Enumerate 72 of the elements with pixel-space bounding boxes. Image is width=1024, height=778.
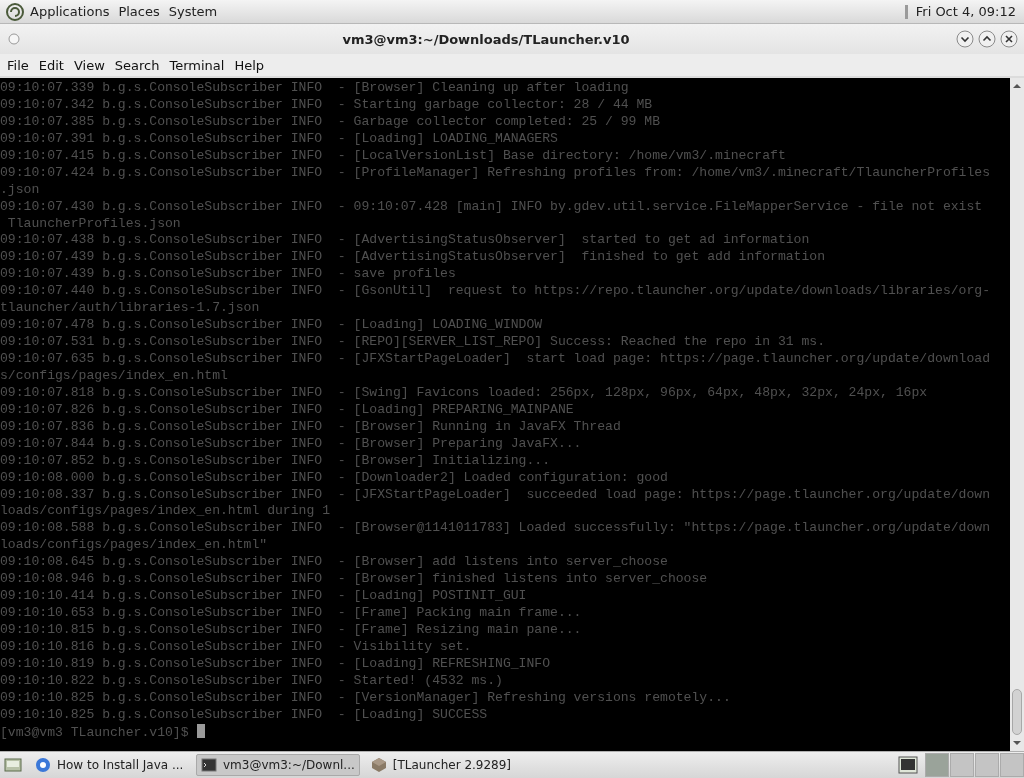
- shell-prompt: [vm3@vm3 TLauncher.v10]$: [0, 724, 189, 740]
- show-desktop-icon[interactable]: [4, 756, 22, 774]
- panel-grip-icon: [904, 4, 908, 19]
- terminal-line: 09:10:10.414 b.g.s.ConsoleSubscriber INFO - [Loading] POSTINIT_GUI: [0, 588, 528, 606]
- terminal-line: 09:10:08.000 b.g.s.ConsoleSubscriber INFO - [Downloader2] Loaded configuration: good: [0, 469, 669, 487]
- clock[interactable]: Fri Oct 4, 09:12: [915, 4, 1016, 19]
- panel-menu[interactable]: System: [168, 4, 218, 19]
- workspace-button[interactable]: [950, 753, 974, 777]
- terminal-line: 09:10:07.385 b.g.s.ConsoleSubscriber INFO - Garbage collector completed: 25 / 99 MB: [0, 113, 662, 131]
- terminal-line: 09:10:10.815 b.g.s.ConsoleSubscriber INFO - [Frame] Resizing main pane...: [0, 622, 583, 639]
- terminal-line: 09:10:07.439 b.g.s.ConsoleSubscriber INFO - [AdvertisingStatusObserver] finished to get add information: [0, 249, 827, 267]
- terminal-line: 09:10:07.818 b.g.s.ConsoleSubscriber INFO - [Swing] Favicons loaded: 256px, 128px, 96px, 64px, 48px, 32px, 24px, 16px: [0, 384, 929, 402]
- terminal-icon: [201, 757, 217, 773]
- taskbar-button[interactable]: vm3@vm3:~/Downl...: [196, 754, 360, 776]
- terminal-line: 09:10:07.339 b.g.s.ConsoleSubscriber INFO - [Browser] Cleaning up after loading: [0, 80, 630, 97]
- text-cursor: [196, 723, 205, 738]
- menu-item[interactable]: Terminal: [164, 57, 230, 73]
- terminal-line: tlauncher/auth/libraries-1.7.json: [0, 300, 261, 318]
- terminal-line: 09:10:10.825 b.g.s.ConsoleSubscriber INFO - [VersionManager] Refreshing versions remotely...: [0, 689, 732, 707]
- terminal-line: .json: [0, 181, 41, 199]
- terminal-line: loads/configs/pages/index_en.html": [0, 537, 269, 555]
- menu-item[interactable]: View: [68, 57, 110, 73]
- scrollbar[interactable]: [1010, 78, 1024, 751]
- taskbar-button[interactable]: [TLauncher 2.9289]: [365, 754, 526, 776]
- window-title: vm3@vm3:~/Downloads/TLauncher.v10: [341, 31, 631, 47]
- browser-icon: [35, 757, 51, 773]
- terminal-icon[interactable]: [898, 756, 918, 774]
- terminal-line: 09:10:07.415 b.g.s.ConsoleSubscriber INFO - [LocalVersionList] Base directory: /home/vm3/.minecraft: [0, 147, 787, 165]
- terminal-line: 09:10:07.635 b.g.s.ConsoleSubscriber INFO - [JFXStartPageLoader] start load page: https://page.tlauncher.org/update/download: [0, 351, 992, 368]
- terminal-line: 09:10:07.478 b.g.s.ConsoleSubscriber INFO - [Loading] LOADING_WINDOW: [0, 317, 544, 335]
- close-button[interactable]: [1000, 30, 1018, 48]
- minimize-button[interactable]: [956, 30, 974, 48]
- terminal-line: 09:10:07.440 b.g.s.ConsoleSubscriber INFO - [GsonUtil] request to https://repo.tlauncher.org/update/downloads/libraries/org-: [0, 283, 992, 301]
- terminal-line: 09:10:07.826 b.g.s.ConsoleSubscriber INFO - [Loading] PREPARING_MAINPANE: [0, 401, 575, 419]
- terminal-line: 09:10:07.424 b.g.s.ConsoleSubscriber INFO - [ProfileManager] Refreshing profiles from: /home/vm3/.minecraft/TlauncherProfiles: [0, 164, 992, 182]
- terminal-line: 09:10:07.844 b.g.s.ConsoleSubscriber INFO - [Browser] Preparing JavaFX...: [0, 435, 583, 453]
- terminal-line: 09:10:10.819 b.g.s.ConsoleSubscriber INFO - [Loading] REFRESHING_INFO: [0, 655, 552, 673]
- terminal-line: loads/configs/pages/index_en.html during 1: [0, 503, 332, 521]
- logo-icon[interactable]: [6, 2, 24, 21]
- terminal-line: 09:10:08.588 b.g.s.ConsoleSubscriber INFO - [Browser@1141011783] Loaded successfully: "https://page.tlauncher.org/update/down: [0, 520, 992, 538]
- terminal-line: 09:10:07.531 b.g.s.ConsoleSubscriber INFO - [REPO][SERVER_LIST_REPO] Success: Reached the repo in 31 ms.: [0, 334, 827, 351]
- terminal-line: s/configs/pages/index_en.html: [0, 367, 229, 385]
- workspace-button[interactable]: [975, 753, 999, 777]
- terminal-line: 09:10:10.825 b.g.s.ConsoleSubscriber INFO - [Loading] SUCCESS: [0, 706, 489, 724]
- menu-item[interactable]: Help: [229, 57, 270, 73]
- terminal-line: 09:10:07.438 b.g.s.ConsoleSubscriber INFO - [AdvertisingStatusObserver] started to get ad information: [0, 232, 811, 250]
- terminal-line: 09:10:07.342 b.g.s.ConsoleSubscriber INFO - Starting garbage collector: 28 / 44 MB: [0, 96, 654, 114]
- panel-menu[interactable]: Applications: [30, 4, 110, 19]
- terminal-line: 09:10:07.391 b.g.s.ConsoleSubscriber INFO - [Loading] LOADING_MANAGERS: [0, 130, 559, 148]
- terminal-line: 09:10:08.645 b.g.s.ConsoleSubscriber INFO - [Browser] add listens into server_choose: [0, 554, 669, 572]
- taskbar-button[interactable]: How to Install Java ...: [30, 754, 190, 776]
- terminal-line: 09:10:08.946 b.g.s.ConsoleSubscriber INFO - [Browser] finished listens into server_choose: [0, 571, 709, 589]
- terminal-line: 09:10:10.816 b.g.s.ConsoleSubscriber INFO - Visibility set.: [0, 638, 473, 656]
- terminal-line: 09:10:10.822 b.g.s.ConsoleSubscriber INFO - Started! (4532 ms.): [0, 672, 504, 690]
- terminal-line: 09:10:07.430 b.g.s.ConsoleSubscriber INFO - 09:10:07.428 [main] INFO by.gdev.util.service.FileMapperService - file not exist: [0, 198, 984, 216]
- scroll-down-icon[interactable]: [1012, 738, 1022, 748]
- terminal-line: 09:10:07.836 b.g.s.ConsoleSubscriber INFO - [Browser] Running in JavaFX Thread: [0, 418, 622, 436]
- menu-item[interactable]: Search: [109, 57, 165, 73]
- terminal-line: TlauncherProfiles.json: [6, 215, 182, 233]
- terminal-line: 09:10:10.653 b.g.s.ConsoleSubscriber INFO - [Frame] Packing main frame...: [0, 605, 583, 622]
- scroll-up-icon[interactable]: [1012, 81, 1022, 91]
- app-icon: [370, 757, 387, 773]
- panel-menu[interactable]: Places: [118, 4, 160, 19]
- menu-item[interactable]: File: [2, 57, 34, 73]
- terminal-line: 09:10:08.337 b.g.s.ConsoleSubscriber INFO - [JFXStartPageLoader] succeeded load page: https://page.tlauncher.org/update/down: [0, 486, 992, 504]
- workspace-button[interactable]: [1000, 753, 1024, 777]
- scrollbar-thumb[interactable]: [1012, 689, 1022, 735]
- terminal-line: 09:10:07.439 b.g.s.ConsoleSubscriber INFO - save profiles: [0, 266, 457, 284]
- menu-item[interactable]: Edit: [33, 57, 69, 73]
- maximize-button[interactable]: [978, 30, 996, 48]
- terminal-line: 09:10:07.852 b.g.s.ConsoleSubscriber INFO - [Browser] Initializing...: [0, 452, 552, 470]
- window-menu-icon[interactable]: [8, 33, 20, 45]
